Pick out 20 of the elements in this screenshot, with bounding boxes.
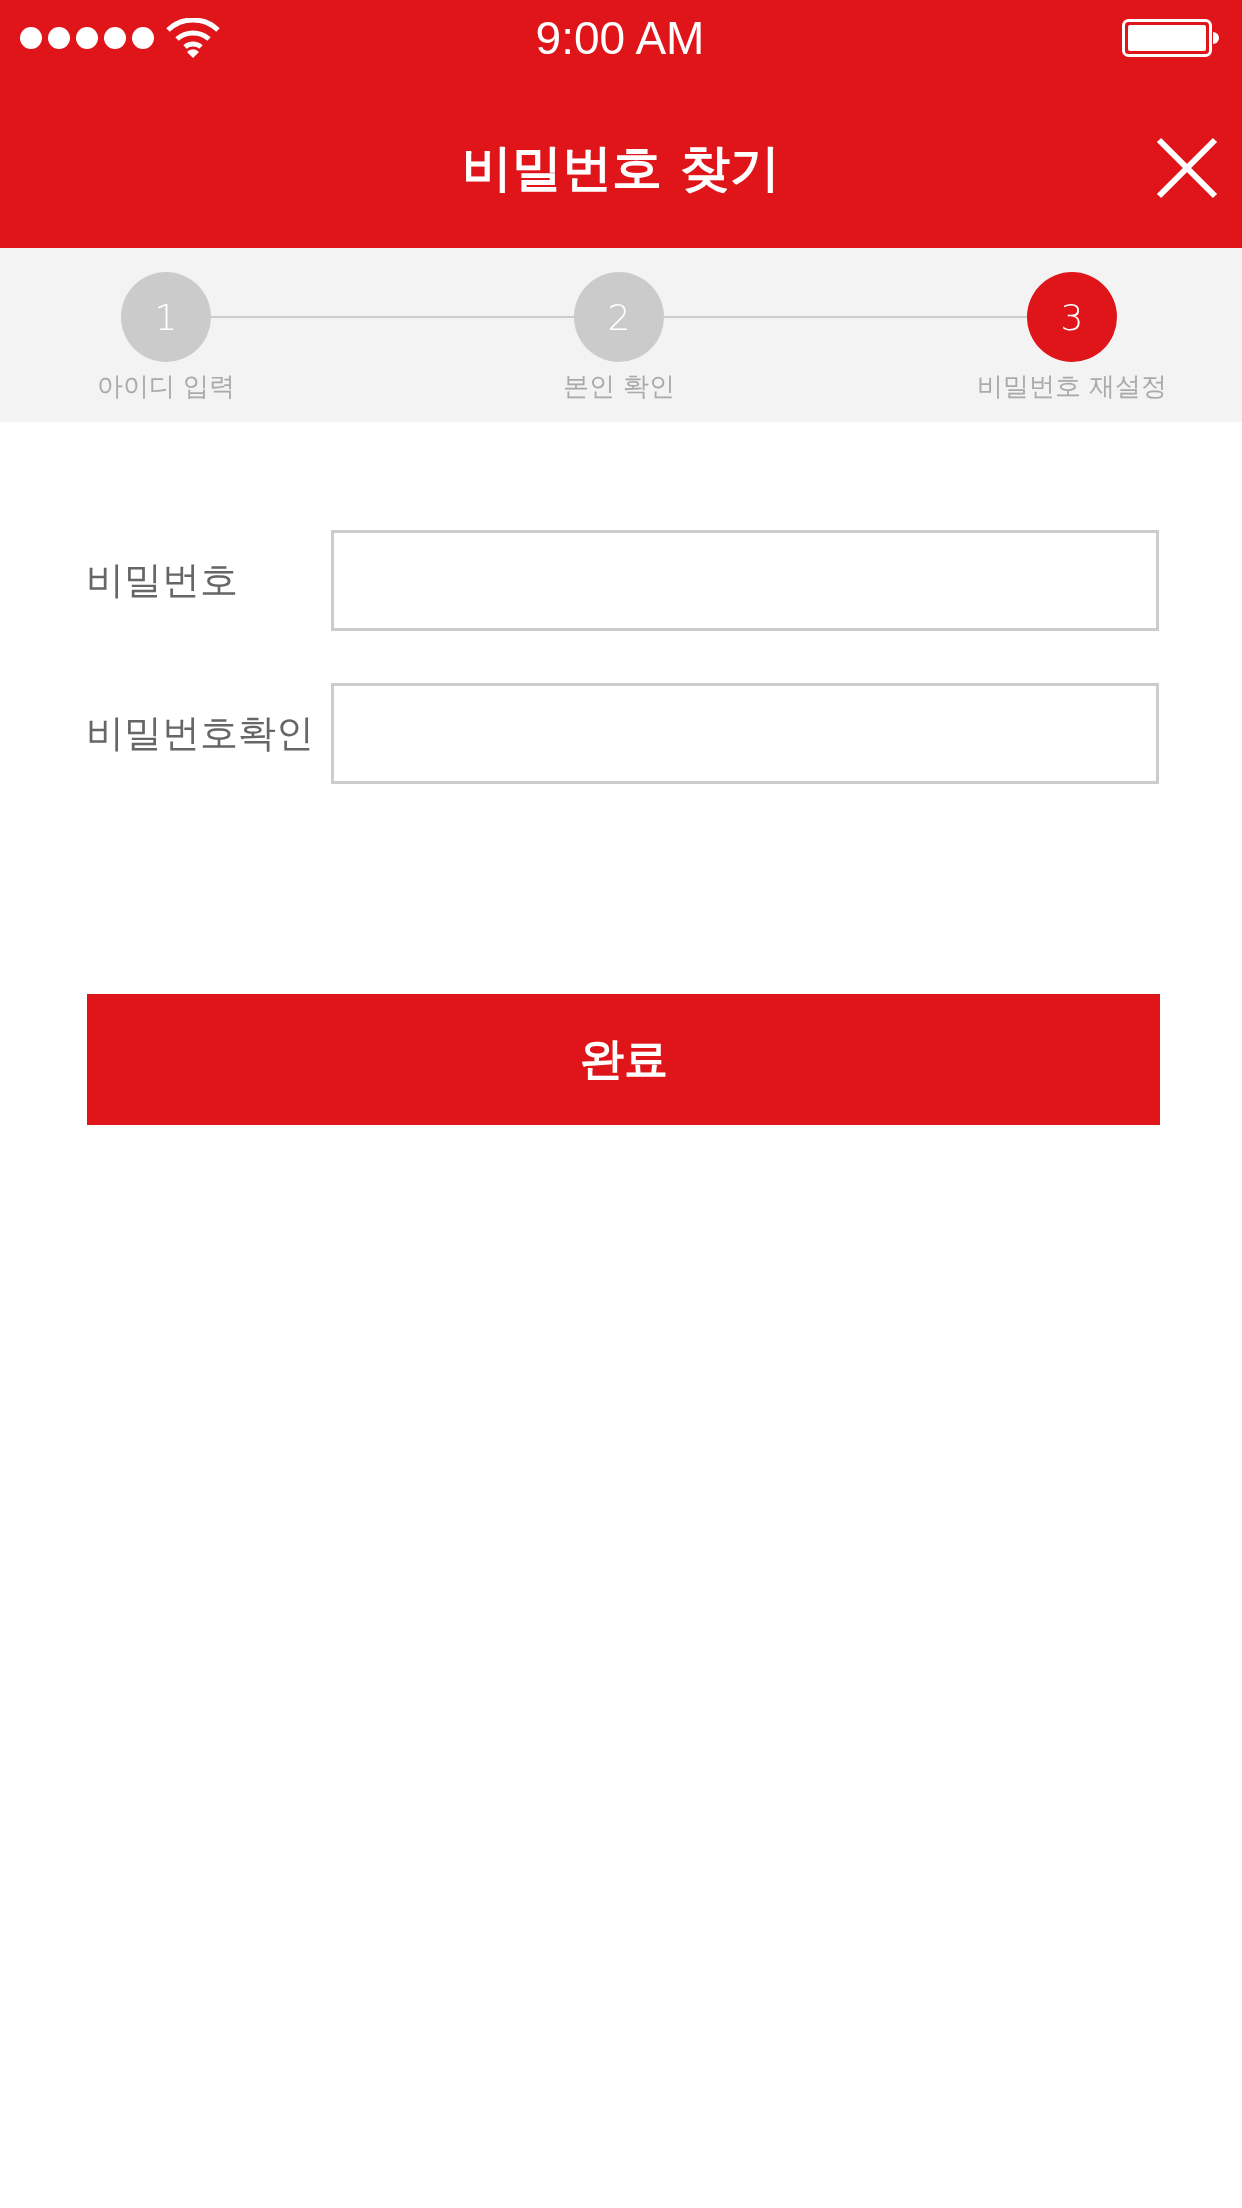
signal-dot-icon [132,27,154,49]
submit-button[interactable]: 완료 [87,994,1160,1125]
signal-dot-icon [76,27,98,49]
page-title: 비밀번호 찾기 [462,137,780,199]
wifi-icon [166,18,220,58]
password-field[interactable] [331,683,1159,784]
close-button[interactable] [1156,137,1218,199]
signal-dot-icon [20,27,42,49]
status-time: 9:00 AM [535,11,705,65]
field-label: 비밀번호 [86,557,239,604]
close-icon [1156,137,1218,199]
field-label: 비밀번호확인 [86,710,315,757]
battery-icon [1122,19,1220,57]
signal-dot-icon [48,27,70,49]
signal-dot-icon [104,27,126,49]
step-label: 비밀번호 재설정 [976,370,1168,403]
step-number-circle: 3 [1027,272,1117,362]
step-label: 본인 확인 [562,370,676,403]
step-label: 아이디 입력 [96,370,236,403]
password-field[interactable] [331,530,1159,631]
